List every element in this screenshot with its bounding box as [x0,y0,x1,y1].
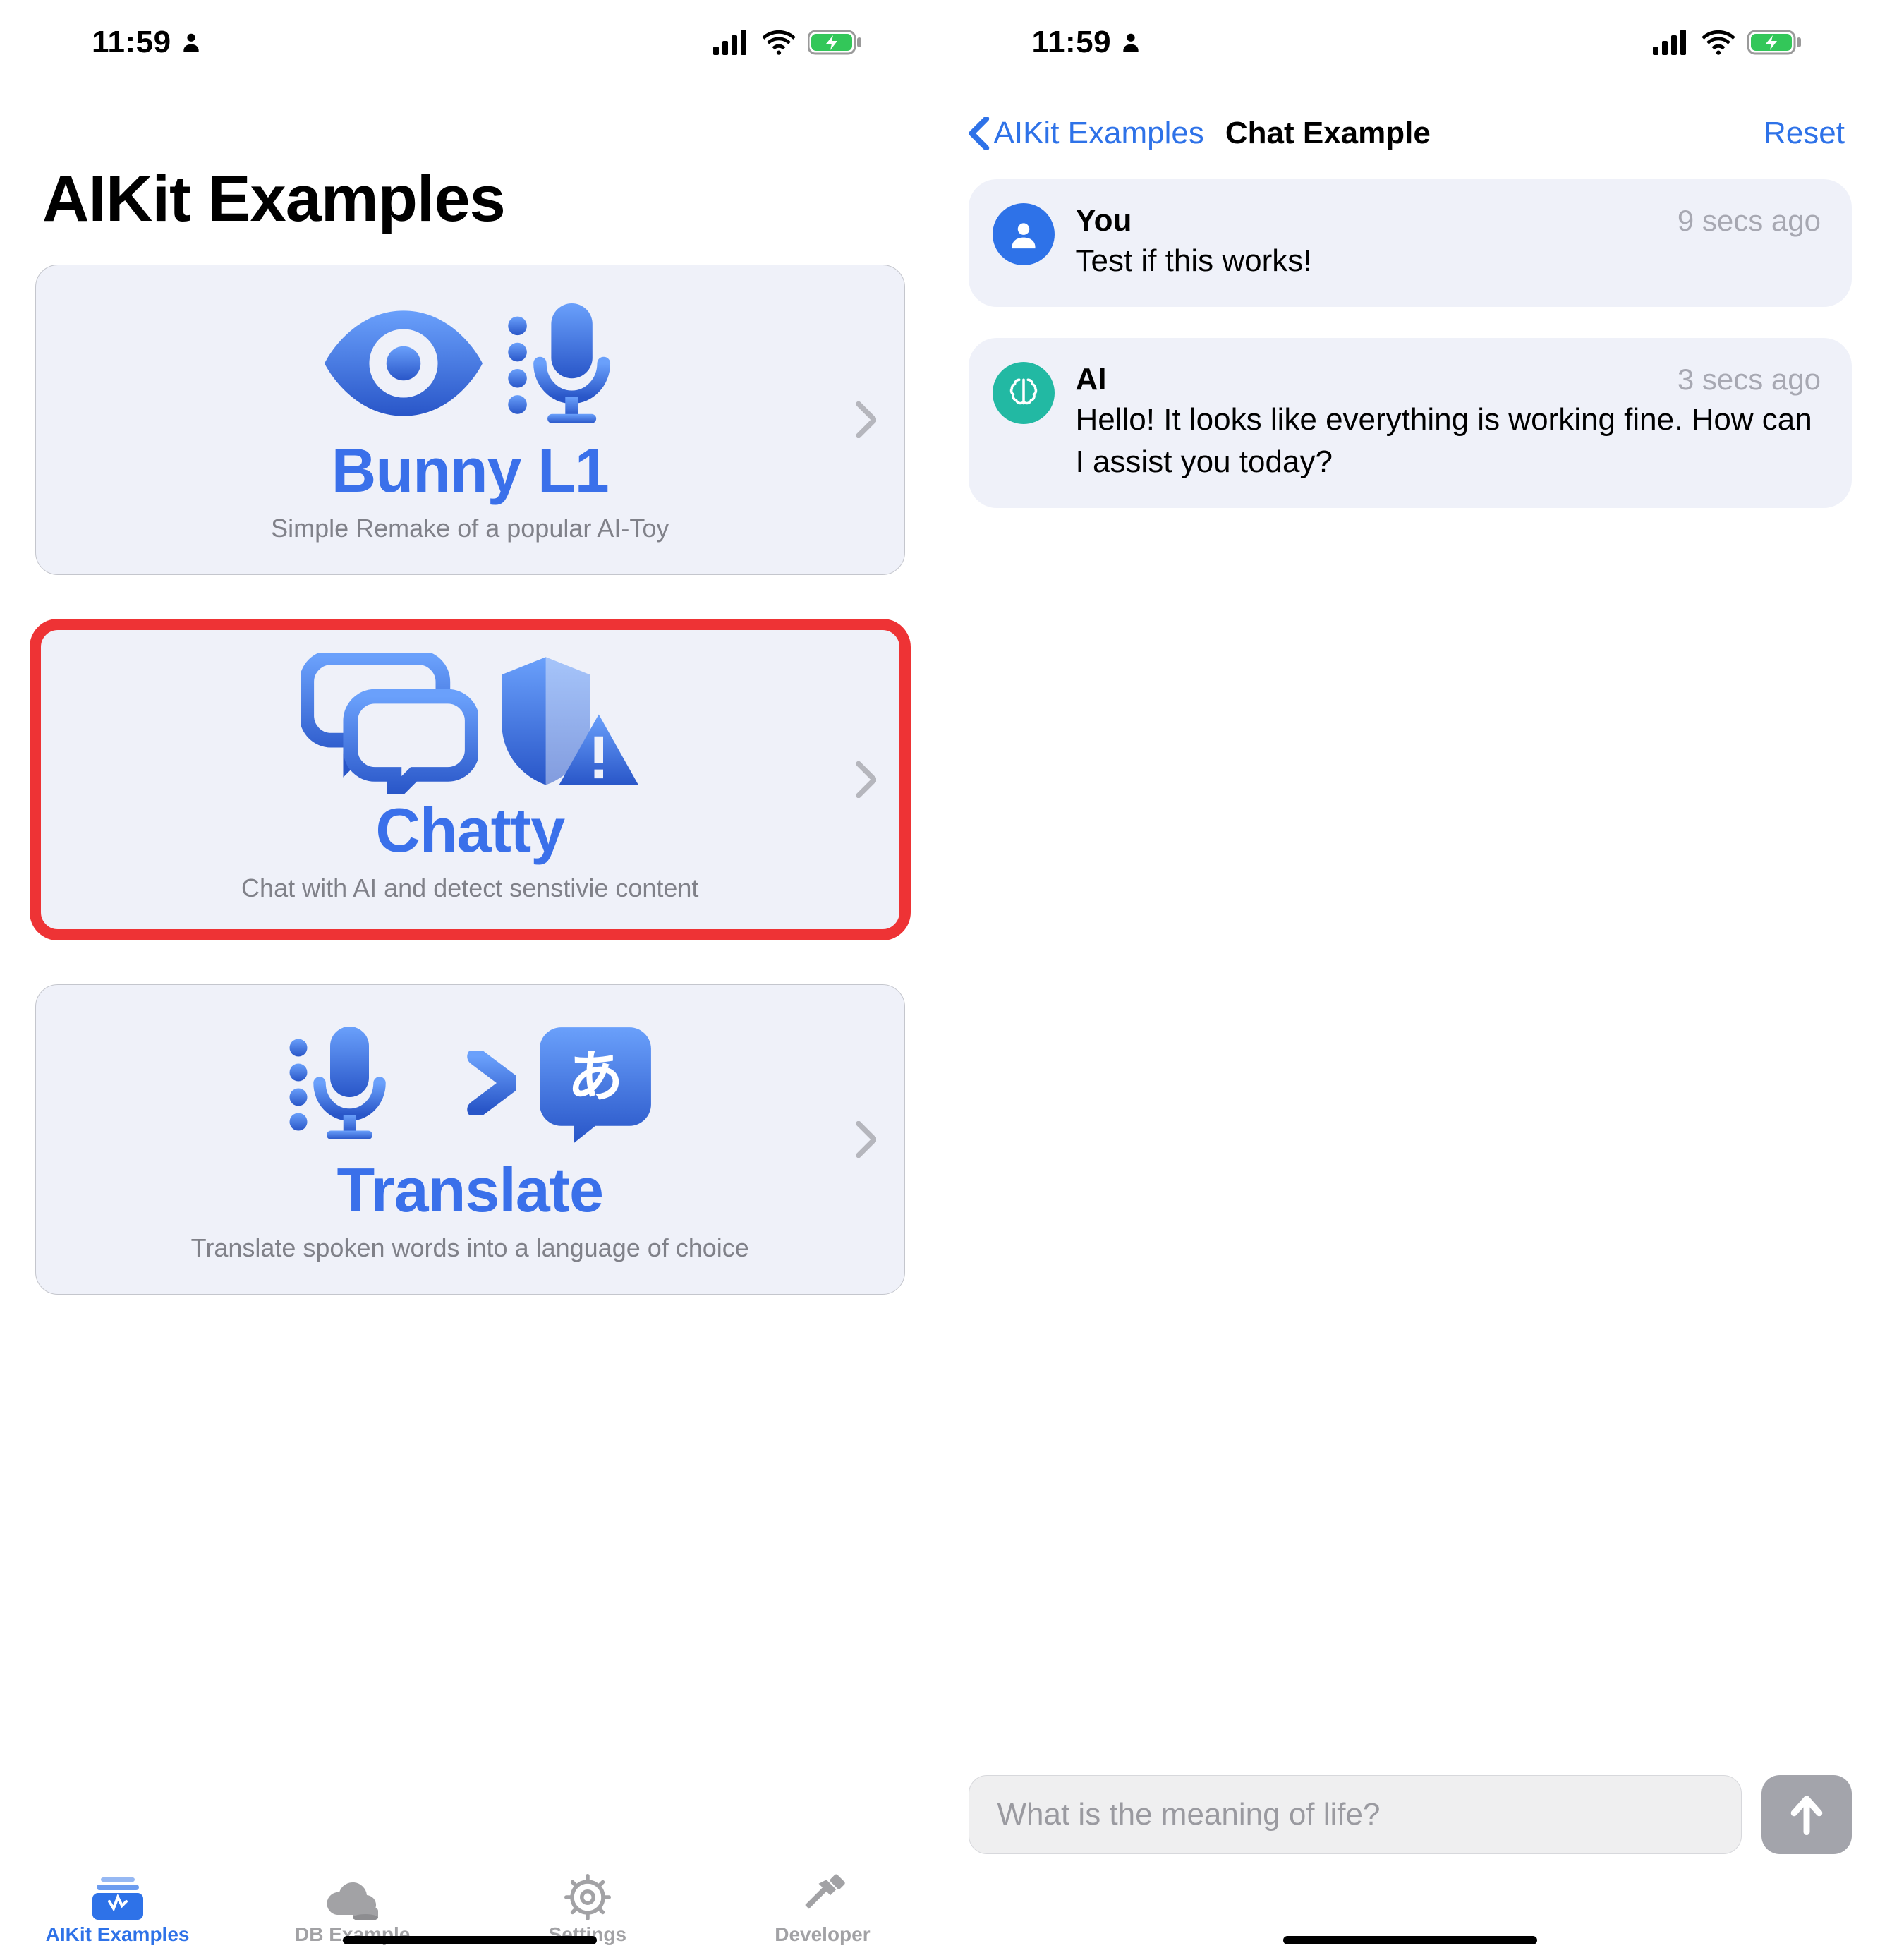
shield-warning-icon [497,656,638,790]
nav-title: Chat Example [1225,116,1431,151]
battery-charging-icon [808,29,863,56]
chevron-left-icon [969,117,991,150]
tab-developer[interactable]: Developer [705,1874,940,1946]
avatar-ai [993,362,1055,424]
battery-charging-icon [1747,29,1802,56]
left-phone: 11:59 AIKit Examples Bunny L1 Simple Rem… [0,0,940,1960]
nav-bar: AIKit Examples Chat Example Reset [969,85,1852,172]
dots-mic-icon [284,1027,390,1139]
chat-bubbles-icon [301,653,478,794]
gear-icon [564,1874,611,1920]
example-list: Bunny L1 Simple Remake of a popular AI-T… [28,265,912,1295]
tab-label: Developer [775,1923,870,1946]
message-you: You 9 secs ago Test if this works! [969,179,1852,307]
chevron-right-icon [855,401,876,438]
tab-settings[interactable]: Settings [470,1874,705,1946]
home-indicator [1283,1936,1537,1944]
person-icon [1120,31,1142,54]
back-label: AIKit Examples [994,116,1204,151]
message-list: You 9 secs ago Test if this works! AI 3 … [969,172,1852,515]
person-icon [1008,219,1039,250]
right-phone: 11:59 AIKit Examples Chat Example Reset [940,0,1880,1960]
message-sender: You [1076,203,1132,238]
message-sender: AI [1076,362,1107,397]
language-tile-icon: あ [535,1023,655,1143]
back-button[interactable]: AIKit Examples [969,116,1204,151]
page-title: AIKit Examples [28,85,912,265]
home-indicator [343,1936,597,1944]
send-button[interactable] [1761,1775,1852,1854]
message-time: 9 secs ago [1678,204,1821,238]
reset-button[interactable]: Reset [1764,116,1845,151]
example-card-bunny[interactable]: Bunny L1 Simple Remake of a popular AI-T… [35,265,905,575]
tab-aikit-examples[interactable]: AIKit Examples [0,1877,235,1946]
hammer-icon [799,1874,846,1920]
card-title: Bunny L1 [332,435,609,507]
status-bar: 11:59 [969,0,1852,85]
tab-label: AIKit Examples [46,1923,190,1946]
tab-bar: AIKit Examples DB Example Settings Devel… [0,1863,940,1960]
person-icon [180,31,202,54]
card-icons [301,656,638,790]
arrow-up-icon [1788,1794,1826,1835]
svg-text:あ: あ [568,1046,624,1108]
card-title: Translate [337,1154,603,1226]
wifi-icon [761,29,796,56]
card-subtitle: Chat with AI and detect senstivie conten… [241,873,698,903]
card-subtitle: Translate spoken words into a language o… [191,1233,749,1263]
chat-input[interactable] [969,1775,1742,1854]
status-time: 11:59 [1032,25,1112,60]
card-subtitle: Simple Remake of a popular AI-Toy [271,514,669,543]
brain-icon [1006,375,1041,411]
example-card-chatty[interactable]: Chatty Chat with AI and detect senstivie… [35,624,905,935]
stack-icon [92,1877,143,1920]
eye-icon [325,310,483,416]
avatar-you [993,203,1055,265]
status-bar: 11:59 [28,0,912,85]
card-icons [325,296,615,430]
chevron-right-icon [855,1121,876,1158]
cellular-icon [1653,30,1690,55]
card-icons: あ [284,1016,655,1150]
message-ai: AI 3 secs ago Hello! It looks like every… [969,338,1852,508]
cellular-icon [713,30,750,55]
status-time: 11:59 [92,25,171,60]
dots-mic-icon [502,303,615,423]
message-text: Hello! It looks like everything is worki… [1076,399,1821,484]
message-text: Test if this works! [1076,240,1821,283]
arrow-right-icon [410,1051,516,1115]
message-time: 3 secs ago [1678,363,1821,397]
example-card-translate[interactable]: あ Translate Translate spoken words into … [35,984,905,1295]
chevron-right-icon [855,761,876,798]
cloud-db-icon [325,1881,381,1920]
input-bar [969,1775,1852,1854]
wifi-icon [1701,29,1736,56]
card-title: Chatty [375,794,564,866]
